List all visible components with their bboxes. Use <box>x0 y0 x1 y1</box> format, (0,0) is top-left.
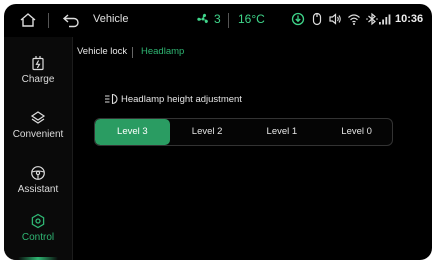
tab-headlamp[interactable]: Headlamp <box>141 46 184 57</box>
sidebar-item-label: Convenient <box>12 129 64 140</box>
control-icon <box>31 213 45 229</box>
sidebar: Charge Convenient Assistant Control <box>4 37 72 260</box>
status-title: Vehicle <box>93 13 129 25</box>
section-title: Headlamp height adjustment <box>121 94 242 105</box>
sidebar-item-charge[interactable]: Charge <box>4 55 72 105</box>
status-divider <box>48 13 49 28</box>
mouse-icon <box>312 12 322 26</box>
level-0-button[interactable]: Level 0 <box>319 119 392 145</box>
download-icon <box>291 12 305 26</box>
sidebar-divider <box>72 37 73 260</box>
level-2-button[interactable]: Level 2 <box>170 119 245 145</box>
clock: 10:36 <box>395 13 424 25</box>
volume-icon[interactable] <box>328 12 342 26</box>
sidebar-item-convenient[interactable]: Convenient <box>4 110 72 160</box>
steering-wheel-icon <box>31 166 45 180</box>
level-3-button[interactable]: Level 3 <box>95 119 170 145</box>
sidebar-item-assistant[interactable]: Assistant <box>4 165 72 215</box>
app-screen: Vehicle 3 16°C 10:36 Charge Convenient A… <box>4 4 432 260</box>
sidebar-item-label: Assistant <box>17 184 59 195</box>
headlamp-level-selector: Level 3 Level 2 Level 1 Level 0 <box>94 118 393 146</box>
tab-divider <box>132 47 133 58</box>
wifi-icon <box>348 14 360 25</box>
home-icon[interactable] <box>19 12 37 28</box>
signal-icon <box>379 14 391 25</box>
level-1-button[interactable]: Level 1 <box>245 119 320 145</box>
back-icon[interactable] <box>62 13 80 28</box>
fan-level: 3 <box>214 12 221 26</box>
tab-vehicle-lock[interactable]: Vehicle lock <box>77 46 127 57</box>
status-bar: Vehicle 3 16°C 10:36 <box>4 4 432 37</box>
sidebar-item-label: Control <box>21 232 55 243</box>
temperature: 16°C <box>238 12 265 26</box>
status-divider <box>228 13 229 28</box>
fan-icon[interactable] <box>196 12 210 26</box>
sidebar-item-label: Charge <box>21 74 55 85</box>
bluetooth-icon <box>366 12 378 26</box>
headlamp-icon <box>105 93 118 105</box>
charge-icon <box>32 56 44 71</box>
sidebar-item-control[interactable]: Control <box>4 213 72 260</box>
active-indicator <box>18 257 58 260</box>
convenient-icon <box>30 111 46 124</box>
